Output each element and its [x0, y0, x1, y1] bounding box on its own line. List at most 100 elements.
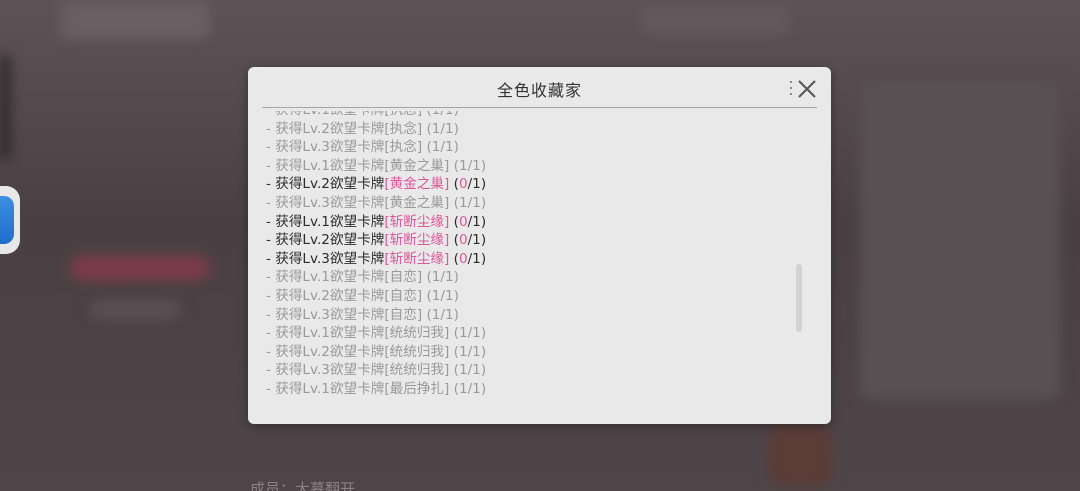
- task-text: - 获得Lv.3欲望卡牌: [266, 250, 385, 267]
- progress-total: /1): [467, 343, 487, 360]
- progress-open: (: [422, 306, 432, 323]
- task-tag: [自恋]: [384, 269, 423, 286]
- close-button[interactable]: [790, 78, 820, 102]
- background-blur: [640, 5, 790, 35]
- background-blur: [70, 255, 210, 281]
- progress-total: /1): [467, 232, 487, 249]
- task-text: - 获得Lv.2欲望卡牌: [266, 343, 385, 360]
- task-tag: [统统归我]: [384, 325, 450, 342]
- task-text: - 获得Lv.1欲望卡牌: [266, 213, 385, 230]
- task-text: - 获得Lv.3欲望卡牌: [266, 362, 385, 379]
- progress-open: (: [449, 343, 459, 360]
- progress-open: (: [449, 232, 459, 249]
- list-item: - 获得Lv.3欲望卡牌[黄金之巢] (1/1): [266, 194, 486, 213]
- task-text: - 获得Lv.2欲望卡牌: [266, 120, 385, 137]
- progress-count: 1: [458, 343, 468, 360]
- progress-open: (: [449, 157, 459, 174]
- task-text: - 获得Lv.3欲望卡牌: [266, 194, 385, 211]
- progress-count: 1: [458, 380, 468, 397]
- app-icon: [0, 196, 14, 244]
- list-item: - 获得Lv.1欲望卡牌[执念] (1/1): [266, 111, 486, 120]
- progress-count: 1: [458, 362, 468, 379]
- background-text: 成员：大暮翻开: [250, 480, 356, 491]
- progress-open: (: [449, 176, 459, 193]
- progress-total: /1): [440, 139, 459, 156]
- task-text: - 获得Lv.1欲望卡牌: [266, 380, 385, 397]
- task-tag: [自恋]: [384, 306, 423, 323]
- progress-total: /1): [467, 325, 487, 342]
- background-blur: [770, 425, 830, 485]
- task-tag: [黄金之巢]: [384, 176, 450, 193]
- progress-open: (: [449, 194, 459, 211]
- progress-total: /1): [440, 269, 459, 286]
- task-text: - 获得Lv.1欲望卡牌: [266, 157, 385, 174]
- task-tag: [斩断尘缘]: [384, 232, 450, 249]
- task-tag: [斩断尘缘]: [384, 250, 450, 267]
- progress-count: 0: [458, 250, 468, 267]
- task-text: - 获得Lv.3欲望卡牌: [266, 306, 385, 323]
- background-blur: [860, 80, 1060, 400]
- progress-open: (: [449, 250, 459, 267]
- task-list[interactable]: - 获得Lv.1欲望卡牌[执念] (1/1)- 获得Lv.2欲望卡牌[执念] (…: [266, 111, 786, 411]
- task-text: - 获得Lv.2欲望卡牌: [266, 287, 385, 304]
- task-tag: [最后挣扎]: [384, 380, 450, 397]
- progress-total: /1): [467, 380, 487, 397]
- progress-open: (: [422, 111, 431, 118]
- task-tag: [斩断尘缘]: [384, 213, 450, 230]
- progress-total: /1): [440, 287, 459, 304]
- progress-count: 1: [458, 325, 468, 342]
- progress-count: 0: [458, 176, 468, 193]
- list-item: - 获得Lv.2欲望卡牌[黄金之巢] (0/1): [266, 175, 486, 194]
- background-blur: [60, 0, 210, 40]
- list-item: - 获得Lv.1欲望卡牌[最后挣扎] (1/1): [266, 380, 486, 399]
- progress-open: (: [422, 120, 432, 137]
- progress-open: (: [422, 287, 432, 304]
- task-tag: [执念]: [384, 139, 423, 156]
- floating-app-handle[interactable]: [0, 186, 20, 254]
- progress-count: 0: [458, 213, 468, 230]
- list-item: - 获得Lv.1欲望卡牌[自恋] (1/1): [266, 268, 486, 287]
- task-text: - 获得Lv.1欲望卡牌: [266, 111, 384, 118]
- progress-total: /1): [467, 250, 487, 267]
- list-item: - 获得Lv.2欲望卡牌[自恋] (1/1): [266, 287, 486, 306]
- task-tag: [执念]: [384, 111, 422, 118]
- list-item: - 获得Lv.1欲望卡牌[黄金之巢] (1/1): [266, 157, 486, 176]
- progress-open: (: [449, 362, 459, 379]
- progress-open: (: [449, 213, 459, 230]
- progress-open: (: [449, 325, 459, 342]
- progress-total: /1): [467, 157, 487, 174]
- background-blur: [90, 300, 180, 320]
- list-item: - 获得Lv.1欲望卡牌[斩断尘缘] (0/1): [266, 213, 486, 232]
- scrollbar[interactable]: [796, 264, 802, 332]
- task-text: - 获得Lv.2欲望卡牌: [266, 176, 385, 193]
- task-tag: [统统归我]: [384, 343, 450, 360]
- progress-open: (: [422, 269, 432, 286]
- progress-total: /1): [467, 362, 487, 379]
- list-item: - 获得Lv.2欲望卡牌[统统归我] (1/1): [266, 343, 486, 362]
- dialog-title: 全色收藏家: [496, 81, 582, 100]
- background-blur: [0, 55, 10, 160]
- list-item: - 获得Lv.1欲望卡牌[统统归我] (1/1): [266, 324, 486, 343]
- progress-count: 0: [458, 232, 468, 249]
- task-tag: [黄金之巢]: [384, 157, 450, 174]
- task-tag: [黄金之巢]: [384, 194, 450, 211]
- progress-count: 1: [458, 194, 468, 211]
- task-tag: [执念]: [384, 120, 423, 137]
- achievement-dialog: 全色收藏家 - 获得Lv.1欲望卡牌[执念] (1/1)- 获得Lv.2欲望卡牌…: [248, 67, 831, 424]
- progress-open: (: [449, 380, 459, 397]
- task-tag: [自恋]: [384, 287, 423, 304]
- progress-count: 1: [458, 157, 468, 174]
- progress-total: /1): [440, 306, 459, 323]
- progress-total: /1): [467, 176, 487, 193]
- progress-total: /1): [440, 111, 459, 118]
- list-item: - 获得Lv.3欲望卡牌[执念] (1/1): [266, 138, 486, 157]
- title-divider: [262, 107, 817, 108]
- list-item: - 获得Lv.3欲望卡牌[斩断尘缘] (0/1): [266, 250, 486, 269]
- progress-total: /1): [467, 194, 487, 211]
- list-item: - 获得Lv.2欲望卡牌[斩断尘缘] (0/1): [266, 231, 486, 250]
- list-item: - 获得Lv.2欲望卡牌[执念] (1/1): [266, 120, 486, 139]
- task-tag: [统统归我]: [384, 362, 450, 379]
- drag-dots-icon: [790, 81, 793, 99]
- progress-total: /1): [440, 120, 459, 137]
- list-item: - 获得Lv.3欲望卡牌[统统归我] (1/1): [266, 361, 486, 380]
